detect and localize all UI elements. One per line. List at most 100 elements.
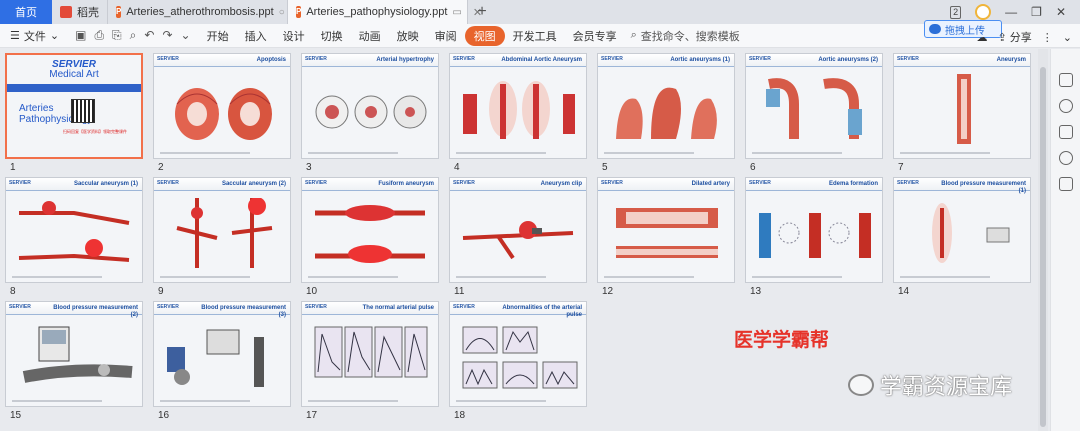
slide-thumbnail-13[interactable]: SERVIER Edema formation — [745, 177, 883, 283]
slide-thumbnail-16[interactable]: SERVIER Blood pressure measurement (3) — [153, 301, 291, 407]
new-tab-button[interactable]: + — [468, 0, 496, 24]
slide-thumbnail-3[interactable]: SERVIER Arterial hypertrophy — [301, 53, 439, 159]
slide-thumbnail-17[interactable]: SERVIER The normal arterial pulse — [301, 301, 439, 407]
adjust-icon[interactable] — [1058, 73, 1073, 87]
slide-number: 11 — [454, 286, 465, 297]
slide-number: 14 — [898, 286, 910, 297]
preview-icon[interactable]: ⌕ — [130, 28, 137, 43]
menu-slideshow[interactable]: 放映 — [389, 28, 427, 44]
tab-home[interactable]: 首页 — [0, 0, 52, 24]
menu-start[interactable]: 开始 — [199, 28, 237, 44]
slide-number: 10 — [306, 286, 318, 297]
scrollbar-thumb[interactable] — [1040, 67, 1046, 427]
vertical-scrollbar[interactable] — [1038, 49, 1048, 431]
tab-pathophysiology[interactable]: P Arteries_pathophysiology.ppt ▭ ✕ — [288, 0, 482, 24]
slide-thumbnail-1[interactable]: SERVIER Medical Art Arteries Pathophysiol… — [5, 53, 143, 159]
tab-label: Arteries_pathophysiology.ppt — [306, 6, 448, 18]
aneurysm-illustration — [957, 74, 971, 144]
wechat-icon — [848, 374, 874, 396]
saccular-aneurysm-2-illustration — [176, 198, 273, 268]
slide-thumbnail-11[interactable]: SERVIER Aneurysm clip — [449, 177, 587, 283]
magic-icon[interactable] — [1058, 99, 1073, 113]
menu-view[interactable]: 视图 — [464, 25, 505, 46]
slide-thumbnail-5[interactable]: SERVIER Aortic aneurysms (1) — [597, 53, 735, 159]
menu-animation[interactable]: 动画 — [351, 28, 389, 44]
slide-thumbnail-15[interactable]: SERVIER Blood pressure measurement (2) — [5, 301, 143, 407]
menu-design[interactable]: 设计 — [275, 28, 313, 44]
slide-number: 4 — [454, 162, 460, 173]
slide-number: 18 — [454, 410, 466, 421]
window-count-badge[interactable]: 2 — [950, 5, 962, 19]
aortic-aneurysm-2-illustration — [766, 78, 862, 139]
slide-thumbnail-4[interactable]: SERVIER Abdominal Aortic Aneurysm — [449, 53, 587, 159]
title-band — [7, 84, 141, 92]
slide-title: Aneurysm — [996, 57, 1026, 63]
qr-code — [71, 99, 95, 123]
minimize-icon[interactable]: — — [1005, 5, 1017, 19]
slide-number: 5 — [602, 162, 608, 173]
slide-title: Abnormalities of the arterial pulse — [502, 305, 582, 318]
file-menu[interactable]: ☰ 文件 ⌄ — [0, 28, 67, 44]
right-sidebar — [1050, 49, 1080, 431]
ppt-icon: P — [116, 6, 122, 18]
slide-title: Aortic aneurysms (1) — [670, 57, 730, 63]
cloud-icon — [929, 24, 941, 34]
menu-devtools[interactable]: 开发工具 — [505, 28, 565, 44]
slide-thumbnail-2[interactable]: SERVIER Apoptosis — [153, 53, 291, 159]
slide-number: 15 — [10, 410, 22, 421]
help-icon[interactable] — [1058, 151, 1073, 165]
camera-icon[interactable] — [1058, 177, 1073, 191]
avatar[interactable] — [975, 4, 992, 20]
aaa-illustration — [463, 81, 575, 139]
slide-thumbnail-6[interactable]: SERVIER Aortic aneurysms (2) — [745, 53, 883, 159]
more-icon[interactable]: ⌄ — [181, 28, 191, 43]
menu-member[interactable]: 会员专享 — [565, 28, 625, 44]
open-icon[interactable]: ▣ — [75, 28, 86, 43]
more-menu-icon[interactable]: ⋮ — [1042, 31, 1053, 44]
chevron-down-icon: ⌄ — [49, 30, 60, 42]
menu-bar: ☰ 文件 ⌄ ▣ ⎙ ⎘ ⌕ ↶ ↷ ⌄ 开始 插入 设计 切换 动画 放映 审… — [0, 24, 1080, 48]
slide-number: 2 — [158, 162, 164, 173]
tab-label: Arteries_atherothrombosis.ppt — [126, 6, 274, 18]
watermark-grey-text: 学霸资源宝库 — [880, 374, 1013, 399]
slide-thumbnail-14[interactable]: SERVIER Blood pressure measurement (1) — [893, 177, 1031, 283]
slide-thumbnail-9[interactable]: SERVIER Saccular aneurysm (2) — [153, 177, 291, 283]
slide-thumbnail-7[interactable]: SERVIER Aneurysm — [893, 53, 1031, 159]
restore-icon[interactable]: ❐ — [1031, 5, 1042, 19]
edema-illustration — [759, 213, 871, 258]
tab-home-label: 首页 — [15, 7, 37, 19]
share-button[interactable]: ⇪ 分享 — [998, 29, 1032, 45]
tab-label: 稻壳 — [77, 7, 99, 19]
close-window-icon[interactable]: ✕ — [1056, 5, 1066, 19]
print-icon[interactable]: ⎘ — [112, 28, 122, 43]
command-search[interactable]: ⌕ 查找命令、搜索模板 — [631, 28, 740, 44]
right-menu: ☁ ⇪ 分享 ⋮ ⌄ — [977, 29, 1073, 45]
monitor-icon[interactable]: ▭ — [452, 7, 461, 18]
normal-pulse-illustration — [314, 326, 428, 378]
tab-docer[interactable]: 稻壳 — [52, 0, 108, 24]
hypertrophy-illustration — [315, 95, 427, 129]
undo-icon[interactable]: ↶ — [144, 28, 154, 43]
slide-title: Apoptosis — [256, 57, 286, 63]
bp-measurement-3-illustration — [167, 329, 264, 387]
slide-thumbnail-10[interactable]: SERVIER Fusiform aneurysm — [301, 177, 439, 283]
menu-review[interactable]: 审阅 — [427, 28, 465, 44]
gallery-icon[interactable] — [1058, 125, 1073, 139]
redo-icon[interactable]: ↷ — [162, 28, 172, 43]
collapse-ribbon-icon[interactable]: ⌄ — [1063, 31, 1072, 44]
docer-icon — [60, 6, 72, 18]
slide-thumbnail-12[interactable]: SERVIER Dilated artery — [597, 177, 735, 283]
slide-title: Arterial hypertrophy — [376, 57, 434, 63]
menu-transition[interactable]: 切换 — [313, 28, 351, 44]
slide-thumbnail-18[interactable]: SERVIER Abnormalities of the arterial pu… — [449, 301, 587, 407]
save-icon[interactable]: ⎙ — [94, 28, 104, 43]
aortic-aneurysm-illustration — [616, 87, 717, 139]
cloud-sync-icon[interactable]: ☁ — [977, 31, 988, 44]
bp-measurement-1-illustration — [932, 203, 1010, 263]
slide-thumbnail-8[interactable]: SERVIER Saccular aneurysm (1) — [5, 177, 143, 283]
menu-insert[interactable]: 插入 — [237, 28, 275, 44]
abnormal-pulse-illustration — [462, 326, 578, 389]
tab-atherothrombosis[interactable]: P Arteries_atherothrombosis.ppt ○ — [108, 0, 288, 24]
slide-title: Saccular aneurysm (1) — [73, 181, 138, 187]
file-menu-label: 文件 — [23, 30, 46, 43]
